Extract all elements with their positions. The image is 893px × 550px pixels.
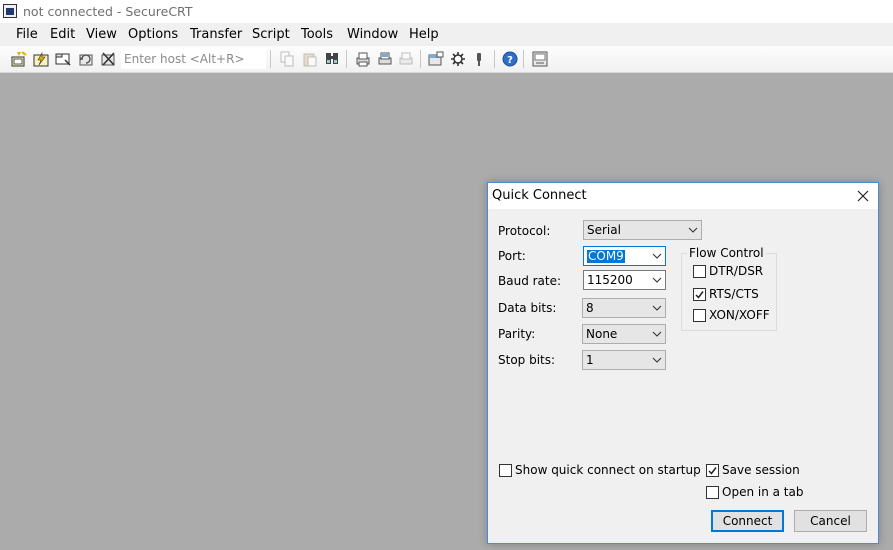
- quick-connect-dialog: Quick Connect Protocol: Serial Port: COM…: [487, 182, 879, 544]
- chevron-down-icon: [652, 331, 662, 337]
- securecrt-app-icon[interactable]: [3, 4, 17, 18]
- toolbar-separator: [420, 50, 421, 68]
- disconnect-icon[interactable]: [100, 51, 116, 67]
- checkmark-icon: [695, 291, 704, 299]
- close-button[interactable]: [852, 186, 874, 206]
- dialog-titlebar: Quick Connect: [488, 183, 878, 209]
- toolbar-separator: [523, 50, 524, 68]
- quick-connect-icon[interactable]: [33, 51, 49, 67]
- sftp-icon[interactable]: [532, 51, 548, 67]
- paste-icon[interactable]: [302, 51, 318, 67]
- print-selection-icon[interactable]: [377, 51, 393, 67]
- toolbar-separator: [346, 50, 347, 68]
- menu-view[interactable]: View: [86, 27, 117, 42]
- stop-bits-select[interactable]: 1: [582, 350, 666, 370]
- data-bits-label: Data bits:: [498, 301, 557, 315]
- chevron-down-icon: [688, 227, 698, 233]
- find-icon[interactable]: [324, 51, 340, 67]
- menu-bar: File Edit View Options Transfer Script T…: [0, 23, 893, 46]
- menu-edit[interactable]: Edit: [50, 27, 75, 42]
- help-icon[interactable]: ?: [502, 51, 518, 67]
- flow-control-title: Flow Control: [687, 246, 766, 260]
- data-bits-value: 8: [586, 301, 594, 315]
- global-options-icon[interactable]: [450, 51, 466, 67]
- parity-value: None: [586, 327, 618, 341]
- checkbox-box[interactable]: [693, 288, 706, 301]
- menu-window[interactable]: Window: [347, 27, 398, 42]
- stop-bits-label: Stop bits:: [498, 353, 556, 367]
- checkbox-box[interactable]: [499, 464, 512, 477]
- checkbox-box[interactable]: [693, 309, 706, 322]
- keymap-icon[interactable]: [471, 51, 487, 67]
- data-bits-select[interactable]: 8: [582, 298, 666, 318]
- menu-help[interactable]: Help: [409, 27, 439, 42]
- menu-file[interactable]: File: [16, 27, 38, 42]
- window-titlebar: not connected - SecureCRT: [0, 0, 893, 23]
- print-setup-icon[interactable]: [398, 51, 414, 67]
- protocol-label: Protocol:: [498, 224, 551, 238]
- protocol-value: Serial: [587, 223, 621, 237]
- checkbox-box[interactable]: [706, 464, 719, 477]
- checkmark-icon: [708, 467, 717, 475]
- menu-script[interactable]: Script: [252, 27, 290, 42]
- checkbox-box[interactable]: [706, 486, 719, 499]
- print-icon[interactable]: [355, 51, 371, 67]
- connect-button[interactable]: Connect: [711, 510, 784, 532]
- chevron-down-icon: [652, 253, 662, 259]
- toolbar-separator: [494, 50, 495, 68]
- checkbox-box[interactable]: [693, 265, 706, 278]
- cancel-button[interactable]: Cancel: [794, 510, 867, 532]
- svg-text:?: ?: [507, 55, 513, 66]
- chevron-down-icon: [652, 357, 662, 363]
- stop-bits-value: 1: [586, 353, 594, 367]
- chevron-down-icon: [652, 277, 662, 283]
- toolbar-separator: [270, 50, 271, 68]
- connect-in-tab-icon[interactable]: [55, 51, 71, 67]
- baud-rate-label: Baud rate:: [498, 274, 562, 288]
- port-value: COM9: [587, 249, 625, 263]
- host-input[interactable]: [121, 48, 266, 69]
- menu-tools[interactable]: Tools: [301, 27, 333, 42]
- reconnect-icon[interactable]: [78, 51, 94, 67]
- connect-icon[interactable]: [11, 51, 27, 67]
- close-icon: [857, 190, 869, 202]
- menu-transfer[interactable]: Transfer: [190, 27, 242, 42]
- baud-rate-select[interactable]: 115200: [583, 270, 666, 290]
- parity-label: Parity:: [498, 327, 536, 341]
- port-select[interactable]: COM9: [583, 246, 666, 266]
- toolbar: ?: [0, 46, 893, 73]
- menu-options[interactable]: Options: [128, 27, 178, 42]
- copy-icon[interactable]: [279, 51, 295, 67]
- chevron-down-icon: [652, 305, 662, 311]
- dialog-title: Quick Connect: [492, 188, 587, 203]
- port-label: Port:: [498, 249, 526, 263]
- parity-select[interactable]: None: [582, 324, 666, 344]
- session-options-icon[interactable]: [428, 51, 444, 67]
- protocol-select[interactable]: Serial: [583, 220, 702, 240]
- baud-rate-value: 115200: [587, 273, 633, 287]
- window-title: not connected - SecureCRT: [23, 4, 193, 19]
